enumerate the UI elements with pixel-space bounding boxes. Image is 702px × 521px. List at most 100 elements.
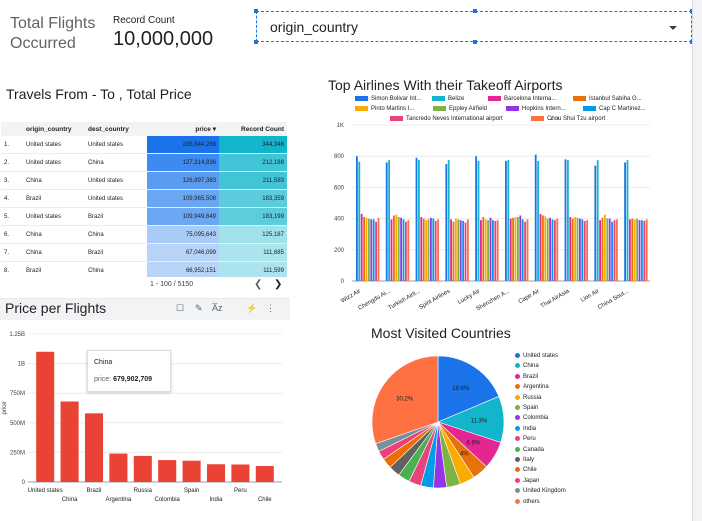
bar[interactable]: [567, 160, 569, 281]
bar[interactable]: [551, 219, 554, 281]
bar[interactable]: [462, 220, 464, 281]
bar[interactable]: [608, 218, 611, 281]
legend-item[interactable]: Barcelona Interna...: [488, 96, 556, 102]
bar[interactable]: [422, 218, 425, 281]
bar[interactable]: [445, 164, 448, 281]
bar[interactable]: [358, 161, 361, 281]
bar[interactable]: [372, 219, 375, 281]
resize-handle-s[interactable]: [473, 40, 477, 44]
bar[interactable]: [549, 217, 551, 281]
bar[interactable]: [569, 217, 572, 281]
legend-item[interactable]: Chile: [515, 467, 537, 473]
bar[interactable]: [524, 221, 526, 281]
bar[interactable]: [482, 217, 485, 281]
legend-item[interactable]: China: [515, 363, 539, 369]
bar[interactable]: [487, 220, 489, 281]
bar[interactable]: [554, 220, 556, 281]
legend-item[interactable]: India: [515, 425, 536, 432]
bar[interactable]: [388, 160, 390, 281]
bar[interactable]: [492, 220, 494, 281]
bar[interactable]: [574, 217, 576, 281]
bar[interactable]: [477, 160, 480, 281]
bar[interactable]: [583, 220, 586, 281]
header-record-count[interactable]: Record Count: [219, 122, 287, 136]
bar[interactable]: [571, 218, 574, 281]
bar[interactable]: [370, 219, 373, 281]
bar[interactable]: [526, 219, 529, 281]
bar[interactable]: [626, 160, 629, 281]
legend-item[interactable]: others: [515, 498, 540, 505]
legend-item[interactable]: Hopkins Intern...: [506, 106, 566, 112]
bar[interactable]: [604, 214, 606, 281]
bar[interactable]: [594, 165, 597, 281]
bar[interactable]: [480, 220, 482, 281]
next-page-icon[interactable]: ❯: [274, 279, 282, 290]
bar[interactable]: [539, 213, 542, 281]
bar[interactable]: [629, 219, 631, 281]
bar[interactable]: [475, 156, 477, 281]
bar[interactable]: [133, 455, 152, 482]
legend-item[interactable]: United states: [515, 353, 558, 359]
bar[interactable]: [599, 220, 601, 281]
bar[interactable]: [624, 162, 626, 281]
legend-item[interactable]: Russia: [515, 394, 541, 401]
bar[interactable]: [430, 217, 432, 281]
bar[interactable]: [643, 220, 646, 281]
bar[interactable]: [434, 220, 437, 281]
bar[interactable]: [484, 219, 487, 281]
bar[interactable]: [519, 215, 522, 281]
bar[interactable]: [393, 215, 395, 281]
bar[interactable]: [613, 220, 616, 281]
bar[interactable]: [576, 217, 579, 281]
legend-item[interactable]: Istanbul Sabiha G...: [573, 96, 642, 102]
bar[interactable]: [467, 219, 469, 281]
legend-item[interactable]: Spain: [515, 405, 538, 411]
lightning-icon[interactable]: ⚡: [246, 303, 257, 314]
table-row[interactable]: 3. China United states 126,897,383 211,583: [1, 171, 287, 190]
country-filter-dropdown[interactable]: origin_country: [254, 9, 694, 44]
bar[interactable]: [641, 220, 643, 281]
table-row[interactable]: 6. China China 75,095,643 125,187: [1, 225, 287, 244]
table-row[interactable]: 1. United states United states 205,544,288 3…: [1, 136, 287, 154]
bar[interactable]: [365, 217, 368, 281]
bar[interactable]: [534, 154, 537, 281]
bar[interactable]: [437, 219, 439, 281]
bar[interactable]: [579, 218, 581, 281]
bar[interactable]: [356, 156, 358, 281]
bar[interactable]: [36, 351, 55, 482]
legend-item[interactable]: Brazil: [515, 373, 538, 380]
table-row[interactable]: 2. United states China 127,314,836 212,188: [1, 153, 287, 172]
bar[interactable]: [407, 220, 410, 281]
bar[interactable]: [447, 160, 450, 281]
legend-item[interactable]: Eppley Airfield: [433, 106, 487, 112]
bar[interactable]: [616, 219, 618, 281]
bar[interactable]: [537, 160, 539, 281]
resize-handle-nw[interactable]: [254, 9, 258, 13]
bar[interactable]: [611, 221, 613, 281]
bar[interactable]: [521, 219, 524, 281]
bar[interactable]: [158, 460, 177, 482]
bar[interactable]: [517, 217, 519, 281]
bar[interactable]: [544, 216, 547, 281]
legend-item[interactable]: Pinto Martins I...: [355, 106, 414, 112]
header-price[interactable]: price ▾: [147, 122, 219, 136]
bar[interactable]: [363, 217, 365, 281]
edit-pencil-icon[interactable]: ✎: [195, 303, 203, 314]
page-edge-scrollbar[interactable]: [692, 0, 702, 521]
header-origin-country[interactable]: origin_country: [23, 122, 85, 136]
bar[interactable]: [255, 466, 274, 482]
chevron-down-icon[interactable]: [669, 26, 677, 30]
bar[interactable]: [452, 221, 455, 281]
bar[interactable]: [425, 220, 427, 281]
bar[interactable]: [109, 453, 128, 482]
bar[interactable]: [420, 217, 423, 281]
bar[interactable]: [546, 218, 549, 281]
bar[interactable]: [606, 218, 609, 281]
bar[interactable]: [581, 219, 584, 281]
bar[interactable]: [360, 213, 363, 281]
bar[interactable]: [494, 220, 497, 281]
bar[interactable]: [385, 162, 388, 281]
bar[interactable]: [514, 217, 517, 281]
table-row[interactable]: 4. Brazil United states 109,965,508 183,359: [1, 189, 287, 208]
legend-item[interactable]: Cap C Martinez...: [583, 106, 646, 112]
